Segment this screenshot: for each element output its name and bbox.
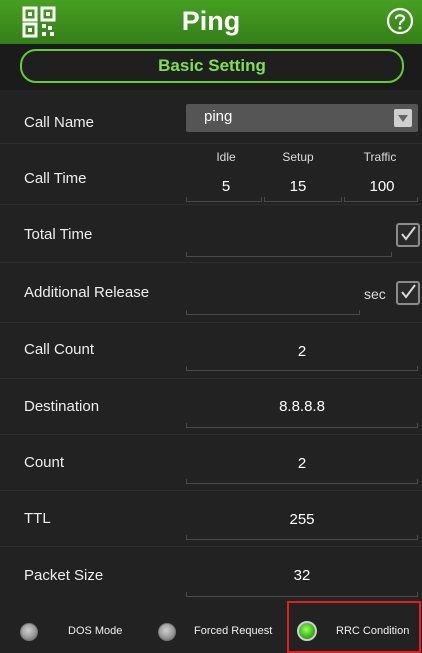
call-name-label: Call Name xyxy=(24,114,95,131)
destination-underline xyxy=(186,423,418,428)
packet-size-label: Packet Size xyxy=(24,567,104,584)
dos-mode-radio[interactable] xyxy=(20,623,38,641)
dos-mode-label[interactable]: DOS Mode xyxy=(68,625,122,637)
divider xyxy=(0,322,422,323)
page-title: Ping xyxy=(181,6,241,36)
call-name-value: ping xyxy=(204,108,233,125)
traffic-underline xyxy=(344,197,418,202)
sec-unit-label: sec xyxy=(364,286,386,302)
destination-label: Destination xyxy=(24,398,100,415)
traffic-header: Traffic xyxy=(363,150,397,164)
traffic-input[interactable]: 100 xyxy=(352,178,412,195)
help-icon[interactable] xyxy=(386,7,414,35)
idle-underline xyxy=(186,197,262,202)
tab-bar: Basic Setting xyxy=(0,44,422,90)
ttl-underline xyxy=(186,535,418,540)
highlight-box xyxy=(287,601,421,653)
total-time-input[interactable] xyxy=(186,252,392,257)
additional-release-input[interactable] xyxy=(186,310,360,315)
setup-underline xyxy=(264,197,342,202)
count-input[interactable]: 2 xyxy=(186,455,418,472)
divider xyxy=(0,490,422,491)
total-time-checkbox[interactable] xyxy=(396,223,420,247)
app-header: Ping xyxy=(0,0,422,44)
call-count-label: Call Count xyxy=(24,341,95,358)
destination-input[interactable]: 8.8.8.8 xyxy=(186,398,418,415)
count-label: Count xyxy=(24,454,65,471)
idle-header: Idle xyxy=(216,150,236,164)
forced-request-label[interactable]: Forced Request xyxy=(194,625,272,637)
packet-size-input[interactable]: 32 xyxy=(186,567,418,584)
call-time-label: Call Time xyxy=(24,170,87,187)
total-time-label: Total Time xyxy=(24,226,93,243)
divider xyxy=(0,204,422,205)
setup-input[interactable]: 15 xyxy=(268,178,328,195)
divider xyxy=(0,143,422,144)
setup-header: Setup xyxy=(282,150,314,164)
call-name-dropdown[interactable]: ping xyxy=(186,104,418,132)
tab-basic-setting[interactable]: Basic Setting xyxy=(20,49,404,83)
call-count-input[interactable]: 2 xyxy=(186,343,418,360)
forced-request-radio[interactable] xyxy=(158,623,176,641)
additional-release-label: Additional Release xyxy=(24,284,150,301)
checkmark-icon xyxy=(401,226,416,241)
checkmark-icon xyxy=(401,284,416,299)
count-underline xyxy=(186,479,418,484)
ttl-input[interactable]: 255 xyxy=(186,511,418,528)
idle-input[interactable]: 5 xyxy=(196,178,256,195)
divider xyxy=(0,546,422,547)
call-count-underline xyxy=(186,366,418,371)
divider xyxy=(0,378,422,379)
ttl-label: TTL xyxy=(24,510,51,527)
chevron-down-icon xyxy=(394,109,412,127)
additional-release-checkbox[interactable] xyxy=(396,281,420,305)
divider xyxy=(0,434,422,435)
divider xyxy=(0,262,422,263)
packet-size-underline xyxy=(186,592,418,597)
